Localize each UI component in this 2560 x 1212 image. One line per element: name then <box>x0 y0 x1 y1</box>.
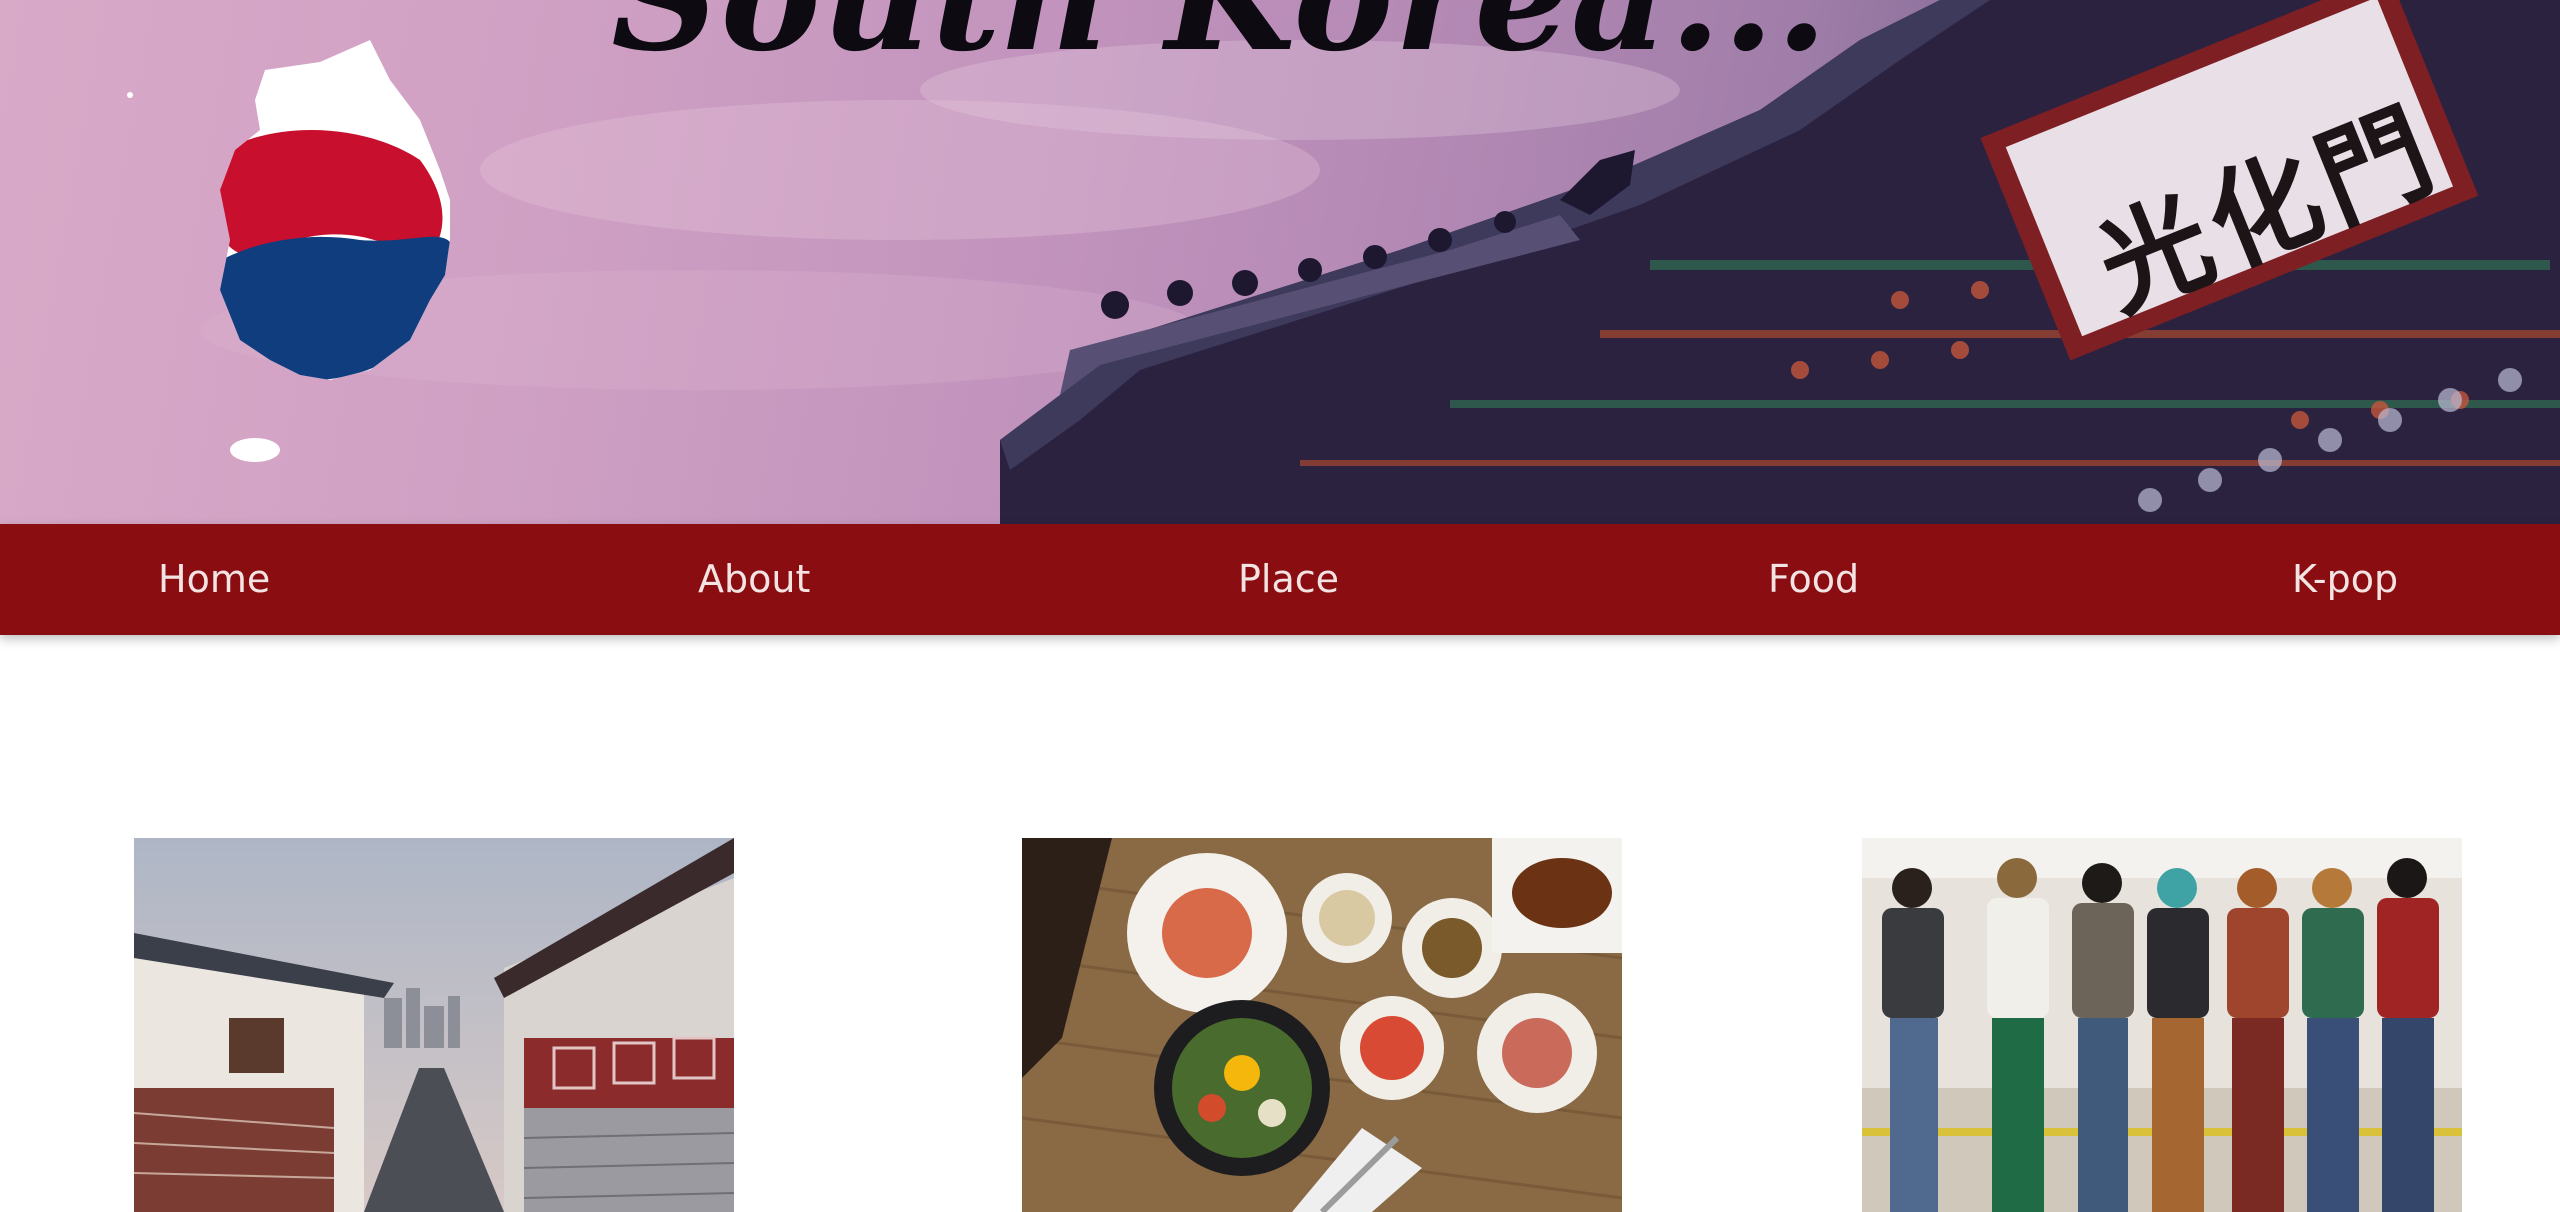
nav-about-link[interactable]: About <box>698 524 810 635</box>
nav-home-link[interactable]: Home <box>158 524 270 635</box>
kpop-card-image[interactable] <box>1862 838 2462 1212</box>
food-card-image[interactable] <box>1022 838 1622 1212</box>
nav-place-link[interactable]: Place <box>1238 524 1339 635</box>
place-card-image[interactable] <box>134 838 734 1212</box>
page-title: South Korea... <box>0 0 2440 72</box>
nav-food-link[interactable]: Food <box>1768 524 1859 635</box>
nav-kpop-link[interactable]: K-pop <box>2292 524 2398 635</box>
hero-banner: 光化門 South Korea... <box>0 0 2560 524</box>
main-navigation: Home About Place Food K-pop <box>0 524 2560 635</box>
korea-flag-map-logo <box>127 40 450 462</box>
